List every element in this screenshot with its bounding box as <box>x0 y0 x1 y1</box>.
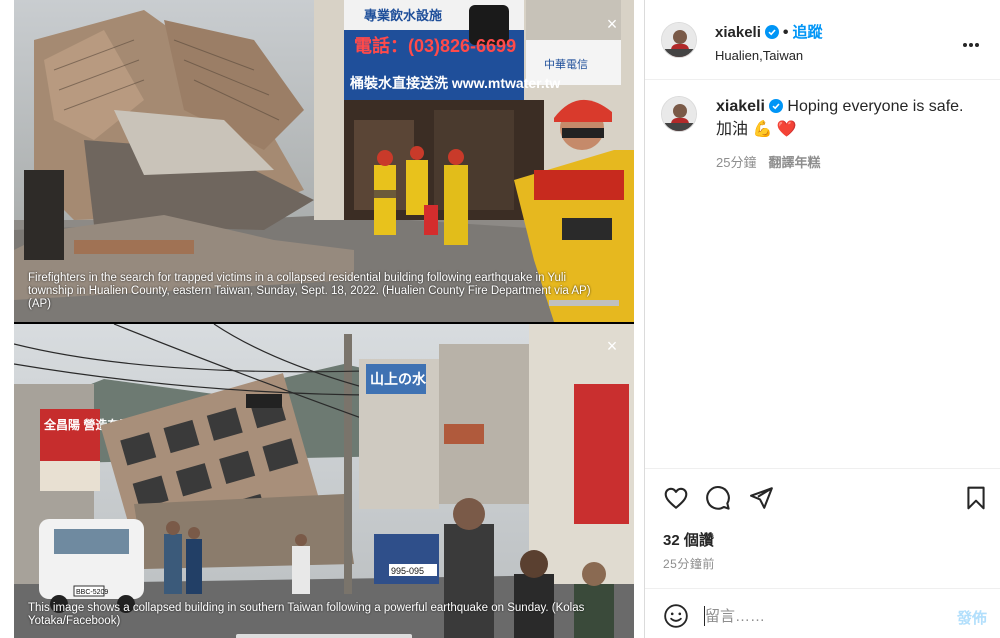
photo-2-illustration: 全昌陽 營造有限公司 山上の水 BBC-5209 995-095 <box>14 324 634 638</box>
separator-dot: • <box>782 24 789 41</box>
post-header: xiakeli • 追蹤 Hualien,Taiwan <box>645 0 1000 80</box>
sign-shop: 山上の水 <box>370 371 427 387</box>
avatar[interactable] <box>661 96 697 132</box>
close-icon[interactable]: × <box>604 15 620 33</box>
emoji-icon[interactable] <box>663 603 689 629</box>
header-text: xiakeli • 追蹤 Hualien,Taiwan <box>715 21 823 63</box>
sign-side: 中華電信 <box>544 58 588 71</box>
avatar-image <box>662 23 696 57</box>
comment-text-line2: 加油 💪 ❤️ <box>716 121 797 138</box>
comment-composer: 發佈 <box>645 588 1000 638</box>
left-gutter <box>0 0 14 638</box>
post-actions: 32 個讚 25分鐘前 <box>645 468 1000 588</box>
sign-url: 桶裝水直接送洗 www.mtwater.tw <box>350 75 560 91</box>
truck-plate: 995-095 <box>391 566 424 576</box>
likes-count[interactable]: 32 個讚 <box>663 529 714 550</box>
bookmark-icon[interactable] <box>963 485 989 511</box>
heart-icon[interactable] <box>663 485 689 511</box>
comment-icon[interactable] <box>705 485 731 511</box>
post-time[interactable]: 25分鐘前 <box>663 555 715 572</box>
post-media: 電話：(03)826-6699 桶裝水直接送洗 www.mtwater.tw 專… <box>14 0 634 638</box>
van-plate: BBC-5209 <box>76 589 108 596</box>
avatar[interactable] <box>661 22 697 58</box>
verified-icon <box>768 98 783 119</box>
media-scroll-indicator[interactable] <box>236 634 412 638</box>
photo-collapsed-building[interactable]: 全昌陽 營造有限公司 山上の水 BBC-5209 995-095 This im… <box>14 324 634 638</box>
post-side-panel: xiakeli • 追蹤 Hualien,Taiwan xiakeli Hoping… <box>644 0 1000 638</box>
location-link[interactable]: Hualien,Taiwan <box>715 48 823 63</box>
comment-text: Hoping everyone is safe. <box>787 98 964 115</box>
photo-caption: Firefighters in the search for trapped v… <box>28 272 591 310</box>
photo-caption: This image shows a collapsed building in… <box>28 602 585 627</box>
comment-body: xiakeli Hoping everyone is safe. 加油 💪 ❤️… <box>716 96 986 173</box>
post-button[interactable]: 發佈 <box>957 607 987 628</box>
sign-phone: 電話：(03)826-6699 <box>354 35 516 56</box>
photo-earthquake-firefighters[interactable]: 電話：(03)826-6699 桶裝水直接送洗 www.mtwater.tw 專… <box>14 0 634 322</box>
verified-icon <box>764 25 779 44</box>
username[interactable]: xiakeli <box>715 24 761 41</box>
close-icon[interactable]: × <box>604 337 620 355</box>
more-icon[interactable] <box>963 34 983 47</box>
sign-top: 專業飲水設施 <box>364 8 442 23</box>
comment-meta: 25分鐘 翻譯年糕 <box>716 152 986 173</box>
comment-time[interactable]: 25分鐘 <box>716 155 756 170</box>
share-icon[interactable] <box>748 485 774 511</box>
translate-link[interactable]: 翻譯年糕 <box>768 155 820 170</box>
follow-button[interactable]: 追蹤 <box>792 24 822 41</box>
avatar-image <box>662 97 696 131</box>
comment-username[interactable]: xiakeli <box>716 98 765 115</box>
comment-input[interactable] <box>705 603 925 629</box>
post-dialog: 電話：(03)826-6699 桶裝水直接送洗 www.mtwater.tw 專… <box>0 0 1000 638</box>
